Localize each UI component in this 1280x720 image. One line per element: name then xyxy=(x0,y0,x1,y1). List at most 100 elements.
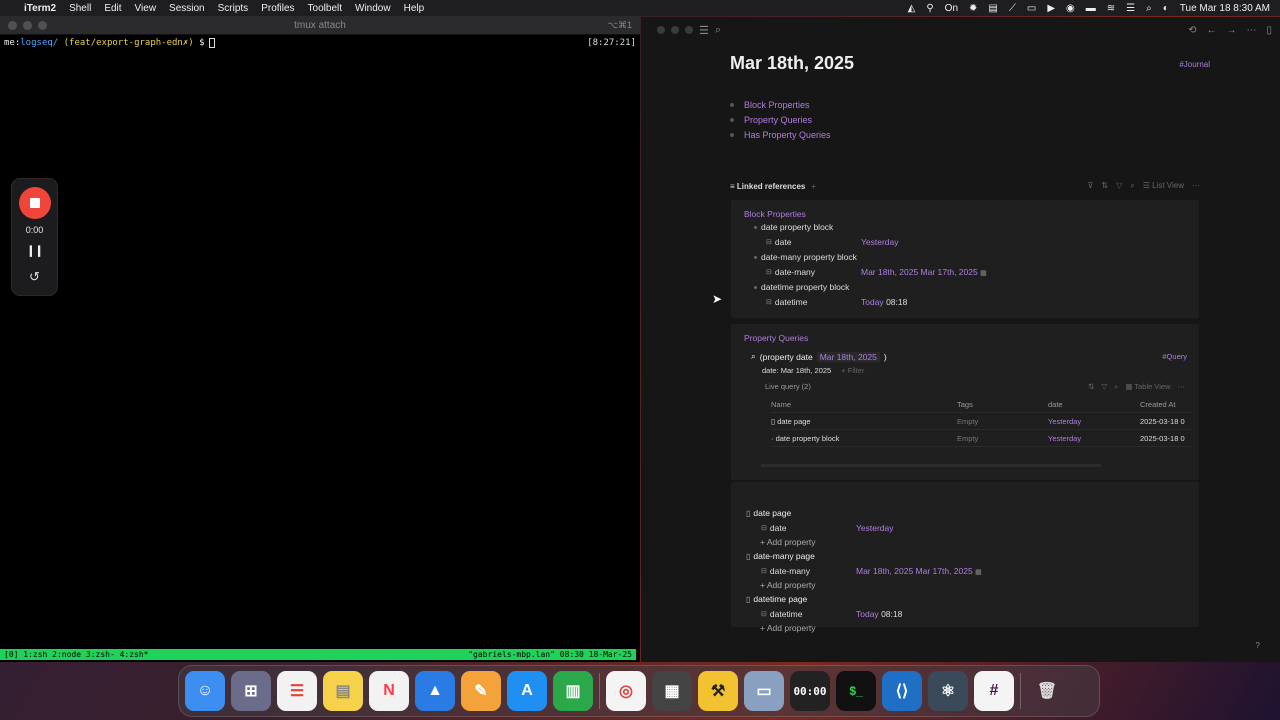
search-icon[interactable]: ⌕ xyxy=(1146,3,1152,14)
restart-icon[interactable]: ↺ xyxy=(29,269,40,285)
pause-icon[interactable]: ❙❙ xyxy=(26,244,43,257)
filter-icon[interactable]: ▽ xyxy=(1116,181,1122,191)
property-value[interactable]: Today 08:18 xyxy=(861,297,907,307)
sidebar-toggle-icon[interactable]: ☰ xyxy=(699,24,709,37)
column-header-tags[interactable]: Tags xyxy=(953,400,1044,409)
column-header-created[interactable]: Created At xyxy=(1136,400,1186,409)
news-icon[interactable]: N xyxy=(369,671,409,711)
right-sidebar-icon[interactable]: ▯ xyxy=(1266,25,1272,36)
cell-name[interactable]: ▯ date page xyxy=(771,417,953,426)
iterm-titlebar[interactable]: tmux attach ⌥⌘1 xyxy=(0,16,640,35)
filter-off-icon[interactable]: ⊽ xyxy=(1088,181,1094,191)
console-icon[interactable]: ⚒ xyxy=(698,671,738,711)
property-row[interactable]: ⊟ date xyxy=(761,523,786,533)
menu-toolbelt[interactable]: Toolbelt xyxy=(308,3,342,14)
block-row[interactable]: date-many property block xyxy=(754,252,857,262)
page-ref-row[interactable]: ▯ date-many page xyxy=(746,551,815,561)
add-property-button[interactable]: + Add property xyxy=(760,537,816,547)
numbers-icon[interactable]: ▥ xyxy=(553,671,593,711)
block-item[interactable]: Property Queries xyxy=(730,112,831,127)
more-icon[interactable]: ⋯ xyxy=(1192,181,1200,191)
bullet[interactable] xyxy=(754,255,757,259)
query-tag[interactable]: #Query xyxy=(1162,352,1187,361)
menu-help[interactable]: Help xyxy=(404,3,425,14)
cell-date[interactable]: Yesterday xyxy=(1044,417,1136,426)
reference-page-title[interactable]: Block Properties xyxy=(744,209,806,219)
property-row[interactable]: ⊟ date-many xyxy=(761,566,810,576)
reminders-icon[interactable]: ☰ xyxy=(277,671,317,711)
trash-icon[interactable]: 🗑 xyxy=(1027,671,1067,711)
gear-icon[interactable]: ✹ xyxy=(969,3,977,14)
property-value[interactable]: Yesterday xyxy=(861,237,899,247)
reference-page-title[interactable]: Property Queries xyxy=(744,333,808,343)
bullet[interactable] xyxy=(754,285,757,289)
menu-scripts[interactable]: Scripts xyxy=(218,3,249,14)
pages-icon[interactable]: ✎ xyxy=(461,671,501,711)
block-item[interactable]: Block Properties xyxy=(730,97,831,112)
cell-date[interactable]: Yesterday xyxy=(1044,434,1136,443)
pen-icon[interactable]: ⟋ xyxy=(1009,3,1016,14)
wifi-icon[interactable]: ≋ xyxy=(1107,3,1115,14)
slack-icon[interactable]: # xyxy=(974,671,1014,711)
help-button[interactable]: ? xyxy=(1256,641,1260,650)
cell-created[interactable]: 2025-03-18 0 xyxy=(1136,434,1186,443)
bullet[interactable] xyxy=(730,117,734,122)
property-row[interactable]: ⊟ datetime xyxy=(761,609,802,619)
vscode-icon[interactable]: ⟨⟩ xyxy=(882,671,922,711)
menu-edit[interactable]: Edit xyxy=(104,3,121,14)
siri-icon[interactable]: ◐ xyxy=(1163,3,1169,14)
control-center-icon[interactable]: ☰ xyxy=(1126,3,1135,14)
logseq-zoom-button[interactable] xyxy=(685,26,693,34)
query-block[interactable]: ⌕ (property date Mar 18th, 2025 ) xyxy=(751,351,887,362)
menu-window[interactable]: Window xyxy=(355,3,391,14)
bullet[interactable] xyxy=(730,102,734,107)
tmux-windows[interactable]: [0] 1:zsh 2:node 3:zsh- 4:zsh* xyxy=(4,650,149,659)
stopwatch-icon[interactable]: 00:00 xyxy=(790,671,830,711)
launchpad-icon[interactable]: ⊞ xyxy=(231,671,271,711)
menu-session[interactable]: Session xyxy=(169,3,205,14)
logseq-minimize-button[interactable] xyxy=(671,26,679,34)
iterm-icon[interactable]: $_ xyxy=(836,671,876,711)
electron-icon[interactable]: ⚛ xyxy=(928,671,968,711)
menu-profiles[interactable]: Profiles xyxy=(261,3,294,14)
property-value[interactable]: Mar 18th, 2025 Mar 17th, 2025 ▦ xyxy=(861,267,987,277)
preview-icon[interactable]: ▭ xyxy=(744,671,784,711)
more-icon[interactable]: ⋯ xyxy=(1246,25,1256,36)
clock-label[interactable]: Tue Mar 18 8:30 AM xyxy=(1180,3,1270,14)
page-ref[interactable]: Has Property Queries xyxy=(744,130,831,140)
add-icon[interactable]: + xyxy=(811,182,816,191)
bullet[interactable] xyxy=(730,132,734,137)
property-value[interactable]: Mar 18th, 2025 Mar 17th, 2025 ▦ xyxy=(856,566,982,576)
property-row[interactable]: ⊟ date xyxy=(766,237,791,247)
user-icon[interactable]: ◉ xyxy=(1066,3,1075,14)
table-row[interactable]: · date property block Empty Yesterday 20… xyxy=(771,430,1191,447)
bullet[interactable] xyxy=(754,225,757,229)
linked-references-label[interactable]: Linked references xyxy=(737,182,805,191)
table-view-button[interactable]: ▦ Table View xyxy=(1125,382,1170,392)
terminal-prompt[interactable]: me: logseq/ (feat/export-graph-edn✗) $ [… xyxy=(0,35,640,51)
menu-app-name[interactable]: iTerm2 xyxy=(24,3,56,14)
back-icon[interactable]: ← xyxy=(1206,25,1216,36)
search-icon[interactable]: ⌕ xyxy=(1130,181,1134,191)
horizontal-scrollbar[interactable] xyxy=(761,464,1101,467)
table-row[interactable]: ▯ date page Empty Yesterday 2025-03-18 0 xyxy=(771,413,1191,430)
status-on-label[interactable]: On xyxy=(945,3,958,14)
menu-view[interactable]: View xyxy=(135,3,157,14)
filter-icon[interactable]: ▽ xyxy=(1101,382,1107,392)
microphone-icon[interactable]: ⚲ xyxy=(926,3,933,14)
cell-name[interactable]: · date property block xyxy=(771,434,953,443)
live-query-label[interactable]: Live query (2) xyxy=(765,382,811,391)
calculator-icon[interactable]: ▦ xyxy=(652,671,692,711)
stop-recording-button[interactable] xyxy=(18,187,51,219)
logseq-close-button[interactable] xyxy=(657,26,665,34)
more-icon[interactable]: ⋯ xyxy=(1178,382,1186,392)
column-header-date[interactable]: date xyxy=(1044,400,1136,409)
search-icon[interactable]: ⌕ xyxy=(715,24,721,37)
block-item[interactable]: Has Property Queries xyxy=(730,127,831,142)
add-filter-button[interactable]: + Filter xyxy=(841,366,864,375)
page-ref-row[interactable]: ▯ date page xyxy=(746,508,791,518)
finder-icon[interactable]: ☺ xyxy=(185,671,225,711)
query-date[interactable]: Mar 18th, 2025 xyxy=(816,351,880,362)
journal-tag[interactable]: #Journal xyxy=(1179,60,1210,69)
calendar-icon[interactable]: ▦ xyxy=(980,270,987,277)
